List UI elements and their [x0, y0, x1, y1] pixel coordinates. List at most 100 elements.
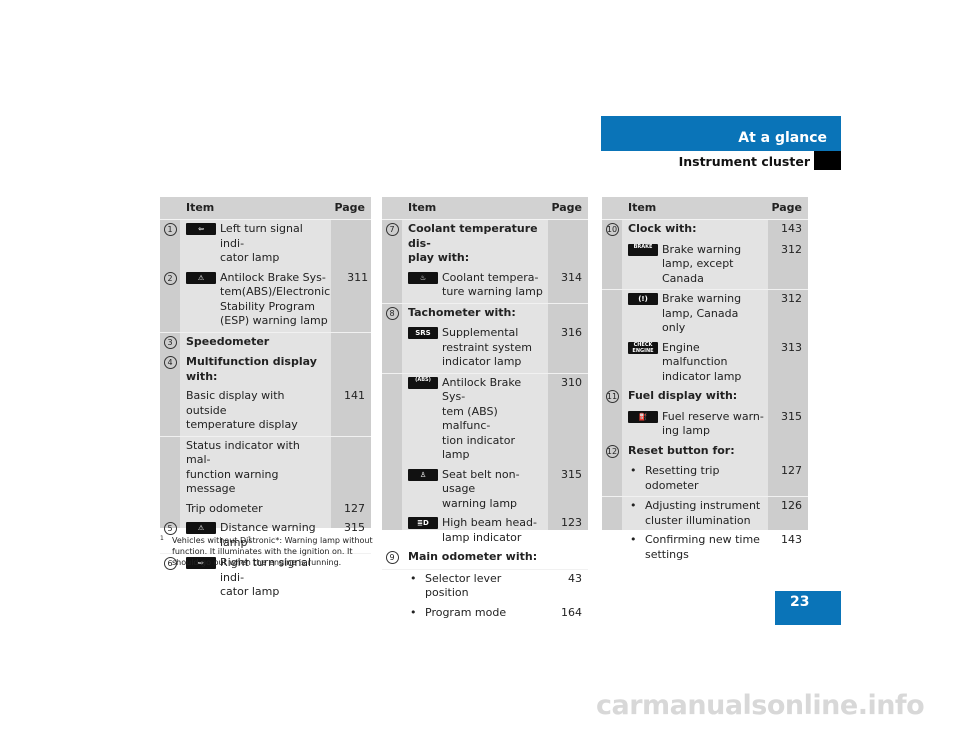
- table-row: • Selector lever position 43: [382, 568, 588, 604]
- page-reference: 315: [781, 409, 802, 423]
- table-row: ≣D High beam head- lamp indicator 123: [382, 514, 588, 548]
- item-number-cell: [602, 533, 622, 562]
- item-number-cell: 10: [602, 222, 622, 238]
- brake-text-icon: BRAKE: [628, 243, 658, 256]
- item-label-text: Program mode: [425, 605, 507, 619]
- page-reference: 123: [561, 516, 582, 529]
- column-header-page: Page: [771, 200, 802, 214]
- item-number-cell: 8: [382, 306, 402, 322]
- table-row: 7 Coolant temperature dis- play with:: [382, 220, 588, 269]
- table-row: ♨ Coolant tempera- ture warning lamp 314: [382, 269, 588, 303]
- table-row: ⛽ Fuel reserve warn- ing lamp 315: [602, 408, 808, 442]
- high-beam-icon: ≣D: [408, 517, 438, 529]
- icon-cell: ≣D: [402, 516, 442, 545]
- icon-cell: ♙: [402, 468, 442, 512]
- item-number-cell: 12: [602, 444, 622, 460]
- item-label: Trip odometer: [186, 501, 263, 515]
- page-reference: 312: [781, 242, 802, 256]
- bullet-icon: •: [630, 533, 637, 546]
- table-row: SRS Supplemental restraint system indicat…: [382, 324, 588, 373]
- table-row: BRAKE Brake warning lamp, except Canada 31…: [602, 241, 808, 290]
- table-header: Item Page: [160, 197, 371, 220]
- item-label: High beam head- lamp indicator: [442, 516, 548, 545]
- item-number: 2: [163, 271, 177, 285]
- table-row: Basic display with outside temperature d…: [160, 387, 371, 436]
- page-reference: [768, 389, 808, 405]
- page-reference: [548, 306, 588, 322]
- icon-cell: (!): [622, 292, 662, 336]
- item-label: Supplemental restraint system indicator …: [442, 326, 548, 370]
- page-number: 23: [790, 594, 810, 610]
- bullet-item: • Selector lever position: [402, 572, 548, 601]
- item-number-cell: [160, 439, 180, 497]
- table-row: (ABS) Antilock Brake Sys- tem (ABS) malfu…: [382, 372, 588, 466]
- page-reference: 127: [344, 501, 365, 515]
- item-number: 4: [163, 356, 177, 369]
- item-heading: Fuel display with:: [628, 389, 738, 402]
- item-heading: Tachometer with:: [408, 305, 516, 319]
- icon-cell: ⇦: [180, 222, 220, 266]
- bullet-icon: •: [630, 464, 637, 477]
- page-reference: [331, 335, 371, 351]
- page-reference: 312: [781, 292, 802, 305]
- column-header-item: Item: [186, 200, 215, 214]
- icon-cell: ⛽: [622, 410, 662, 439]
- item-label: Status indicator with mal- function warn…: [186, 438, 300, 496]
- item-number: 12: [605, 444, 619, 458]
- item-number-cell: [382, 271, 402, 300]
- item-label-text: Selector lever position: [425, 571, 502, 600]
- table-header: Item Page: [382, 197, 588, 220]
- page-reference: 311: [347, 270, 369, 284]
- srs-icon: SRS: [408, 327, 438, 339]
- page-reference: 315: [561, 467, 582, 481]
- table-row: 9 Main odometer with:: [382, 548, 588, 569]
- item-number-cell: 2: [160, 271, 180, 329]
- item-number-cell: [382, 468, 402, 512]
- seat-belt-icon: ♙: [408, 468, 438, 481]
- page-reference: 164: [561, 605, 582, 619]
- item-number-cell: 4: [160, 355, 180, 384]
- page-reference: 310: [561, 375, 582, 389]
- page-reference: 313: [781, 340, 802, 354]
- brake-circle-icon: (!): [628, 293, 658, 305]
- table-row: • Program mode 164: [382, 604, 588, 624]
- item-number-cell: [602, 243, 622, 287]
- page-reference: 143: [781, 533, 802, 546]
- item-label-text: Coolant tempera- ture warning lamp: [442, 270, 543, 299]
- manual-page: At a glance Instrument cluster Item Page 1…: [0, 0, 960, 742]
- item-number-cell: 1: [160, 222, 180, 266]
- item-label-text: Engine malfunction indicator lamp: [662, 340, 742, 383]
- bullet-item: • Program mode: [402, 606, 548, 621]
- page-number-box: 23: [775, 591, 841, 625]
- item-number: 5: [163, 522, 177, 535]
- item-label: Fuel reserve warn- ing lamp: [662, 410, 768, 439]
- page-reference: [331, 355, 371, 384]
- table-row: CHECK ENGINE Engine malfunction indicator…: [602, 339, 808, 388]
- watermark: carmanualsonline.info: [596, 690, 925, 721]
- item-number-cell: 7: [382, 222, 402, 266]
- item-label: Coolant tempera- ture warning lamp: [442, 271, 548, 300]
- item-label-text: High beam head- lamp indicator: [442, 516, 537, 544]
- item-number-cell: [382, 606, 402, 621]
- item-number-cell: [602, 341, 622, 385]
- page-reference: [548, 550, 588, 566]
- table-row: 10 Clock with: 143: [602, 220, 808, 241]
- abs-icon: (ABS): [408, 376, 438, 389]
- page-reference: [768, 444, 808, 460]
- icon-cell: CHECK ENGINE: [622, 341, 662, 385]
- item-label: Engine malfunction indicator lamp: [662, 341, 768, 385]
- item-number: 11: [605, 390, 619, 403]
- item-number-cell: 11: [602, 389, 622, 405]
- item-label: Antilock Brake Sys- tem(ABS)/Electronic …: [220, 271, 334, 329]
- table-row: 8 Tachometer with:: [382, 302, 588, 325]
- subsection-title: Instrument cluster: [678, 154, 810, 169]
- bullet-icon: •: [630, 499, 637, 512]
- item-label-text: Antilock Brake Sys- tem(ABS)/Electronic …: [220, 270, 331, 328]
- bullet-icon: •: [410, 605, 417, 619]
- check-engine-icon: CHECK ENGINE: [628, 341, 658, 354]
- warning-triangle-icon: ⚠: [186, 271, 216, 284]
- bullet-item: • Adjusting instrument cluster illuminati…: [622, 499, 768, 528]
- item-number-cell: [602, 464, 622, 493]
- bullet-item: • Resetting trip odometer: [622, 464, 768, 493]
- item-label-text: Supplemental restraint system indicator …: [442, 326, 532, 368]
